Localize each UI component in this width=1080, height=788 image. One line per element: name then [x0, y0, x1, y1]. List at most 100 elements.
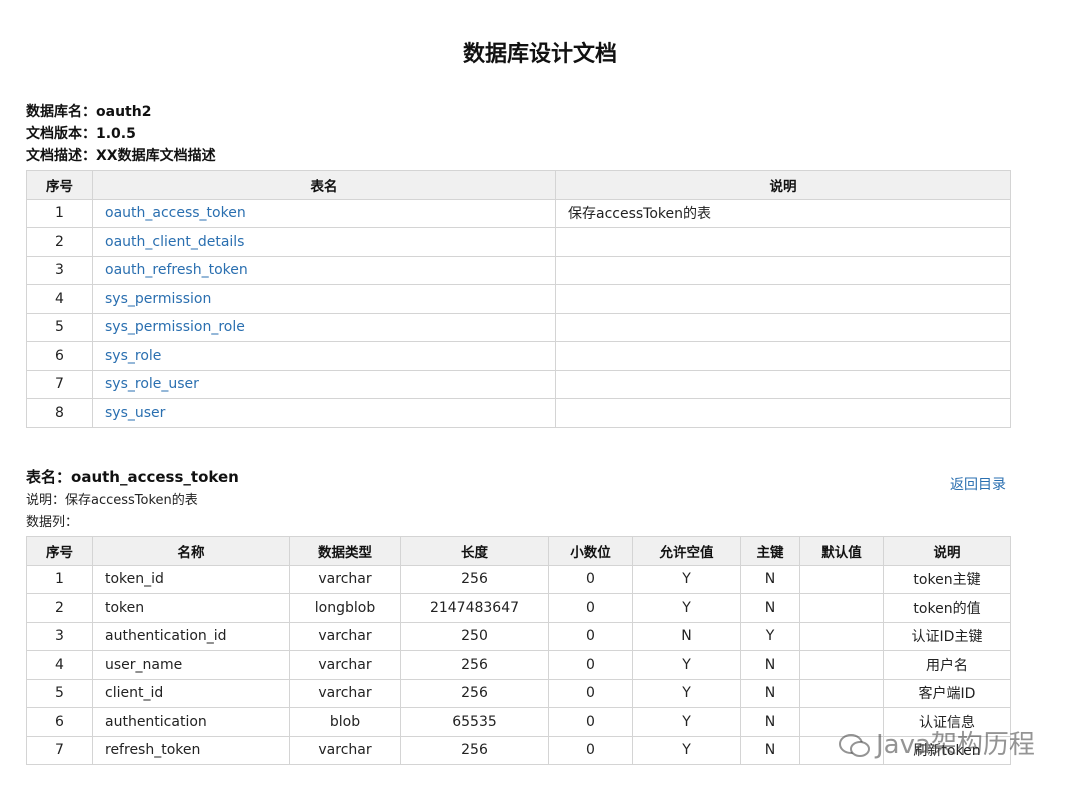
- table-row: 4 user_name varchar 256 0 Y N 用户名: [26, 650, 1011, 680]
- cell-nullable: Y: [632, 707, 741, 737]
- meta-value: XX数据库文档描述: [96, 148, 216, 164]
- cell-data-type: varchar: [289, 564, 401, 594]
- table-row: 4 sys_permission: [26, 284, 1011, 314]
- table-name-link[interactable]: sys_role: [92, 341, 556, 371]
- cell-primary-key: N: [740, 593, 800, 623]
- table-name-link[interactable]: sys_permission_role: [92, 312, 556, 342]
- cell-length: 250: [400, 621, 549, 651]
- cell-no: 3: [26, 621, 93, 651]
- table-row: 7 sys_role_user: [26, 369, 1011, 399]
- watermark: Java架构历程: [838, 724, 1035, 761]
- cell-length: 256: [400, 678, 549, 708]
- table-row: 2 oauth_client_details: [26, 227, 1011, 257]
- meta-value: oauth2: [96, 104, 152, 120]
- cell-data-type: varchar: [289, 621, 401, 651]
- cell-data-type: blob: [289, 707, 401, 737]
- cell-desc: 保存accessToken的表: [555, 198, 1011, 228]
- cell-desc: [555, 312, 1011, 342]
- cell-column-name: authentication: [92, 707, 290, 737]
- cell-desc: [555, 227, 1011, 257]
- cell-desc: [555, 341, 1011, 371]
- cell-no: 5: [26, 312, 93, 342]
- cell-decimals: 0: [548, 735, 633, 765]
- cell-desc: [555, 369, 1011, 399]
- cell-default: [799, 564, 884, 594]
- meta-value: 1.0.5: [96, 126, 136, 142]
- col-header-name: 表名: [92, 170, 556, 200]
- cell-length: 256: [400, 564, 549, 594]
- cell-default: [799, 621, 884, 651]
- col-header-name: 名称: [92, 536, 290, 566]
- cell-decimals: 0: [548, 621, 633, 651]
- col-header-desc: 说明: [555, 170, 1011, 200]
- cell-length: 65535: [400, 707, 549, 737]
- cell-no: 6: [26, 341, 93, 371]
- cell-no: 2: [26, 227, 93, 257]
- table-name-link[interactable]: sys_role_user: [92, 369, 556, 399]
- cell-data-type: varchar: [289, 735, 401, 765]
- cell-nullable: N: [632, 621, 741, 651]
- section-table-name: 表名：oauth_access_token: [26, 466, 239, 487]
- table-row: 3 oauth_refresh_token: [26, 255, 1011, 285]
- cell-primary-key: N: [740, 650, 800, 680]
- col-header-no: 序号: [26, 536, 93, 566]
- cell-data-type: varchar: [289, 678, 401, 708]
- cell-desc: [555, 398, 1011, 428]
- table-name-link[interactable]: oauth_refresh_token: [92, 255, 556, 285]
- cell-nullable: Y: [632, 564, 741, 594]
- table-name-link[interactable]: sys_user: [92, 398, 556, 428]
- cell-default: [799, 650, 884, 680]
- cell-length: 256: [400, 735, 549, 765]
- section-columns-label: 数据列：: [26, 515, 79, 530]
- cell-primary-key: N: [740, 735, 800, 765]
- meta-label: 文档版本：: [26, 126, 96, 142]
- cell-nullable: Y: [632, 735, 741, 765]
- cell-no: 2: [26, 593, 93, 623]
- wechat-icon: [839, 733, 870, 757]
- section-desc: 说明：保存accessToken的表: [26, 493, 198, 508]
- cell-default: [799, 593, 884, 623]
- col-header-nullable: 允许空值: [632, 536, 741, 566]
- table-name-link[interactable]: sys_permission: [92, 284, 556, 314]
- col-header-comment: 说明: [883, 536, 1011, 566]
- cell-no: 1: [26, 564, 93, 594]
- page-title: 数据库设计文档: [462, 42, 617, 67]
- meta-label: 文档描述：: [26, 148, 96, 164]
- cell-length: 256: [400, 650, 549, 680]
- table-row: 8 sys_user: [26, 398, 1011, 428]
- cell-decimals: 0: [548, 678, 633, 708]
- cell-comment: token的值: [883, 593, 1011, 623]
- table-row: 5 client_id varchar 256 0 Y N 客户端ID: [26, 678, 1011, 708]
- cell-decimals: 0: [548, 650, 633, 680]
- table-index: 序号 表名 说明 1 oauth_access_token 保存accessToke…: [26, 170, 1011, 428]
- table-name-link[interactable]: oauth_client_details: [92, 227, 556, 257]
- meta-doc-version: 文档版本：1.0.5: [26, 123, 136, 143]
- cell-primary-key: N: [740, 564, 800, 594]
- cell-column-name: authentication_id: [92, 621, 290, 651]
- cell-no: 7: [26, 735, 93, 765]
- cell-decimals: 0: [548, 564, 633, 594]
- meta-doc-desc: 文档描述：XX数据库文档描述: [26, 145, 216, 165]
- table-row: 3 authentication_id varchar 250 0 N Y 认证ID主键: [26, 621, 1011, 651]
- cell-decimals: 0: [548, 593, 633, 623]
- cell-no: 8: [26, 398, 93, 428]
- cell-no: 4: [26, 284, 93, 314]
- cell-column-name: user_name: [92, 650, 290, 680]
- back-to-index-link[interactable]: 返回目录: [950, 474, 1006, 494]
- cell-comment: 认证ID主键: [883, 621, 1011, 651]
- table-row: 2 token longblob 2147483647 0 Y Ntoken的值: [26, 593, 1011, 623]
- col-header-type: 数据类型: [289, 536, 401, 566]
- cell-no: 6: [26, 707, 93, 737]
- col-header-no: 序号: [26, 170, 93, 200]
- cell-comment: token主键: [883, 564, 1011, 594]
- cell-primary-key: N: [740, 707, 800, 737]
- col-header-length: 长度: [400, 536, 549, 566]
- cell-data-type: varchar: [289, 650, 401, 680]
- table-name-link[interactable]: oauth_access_token: [92, 198, 556, 228]
- cell-comment: 用户名: [883, 650, 1011, 680]
- watermark-text: Java架构历程: [876, 730, 1035, 760]
- cell-length: 2147483647: [400, 593, 549, 623]
- cell-decimals: 0: [548, 707, 633, 737]
- cell-no: 4: [26, 650, 93, 680]
- cell-column-name: token_id: [92, 564, 290, 594]
